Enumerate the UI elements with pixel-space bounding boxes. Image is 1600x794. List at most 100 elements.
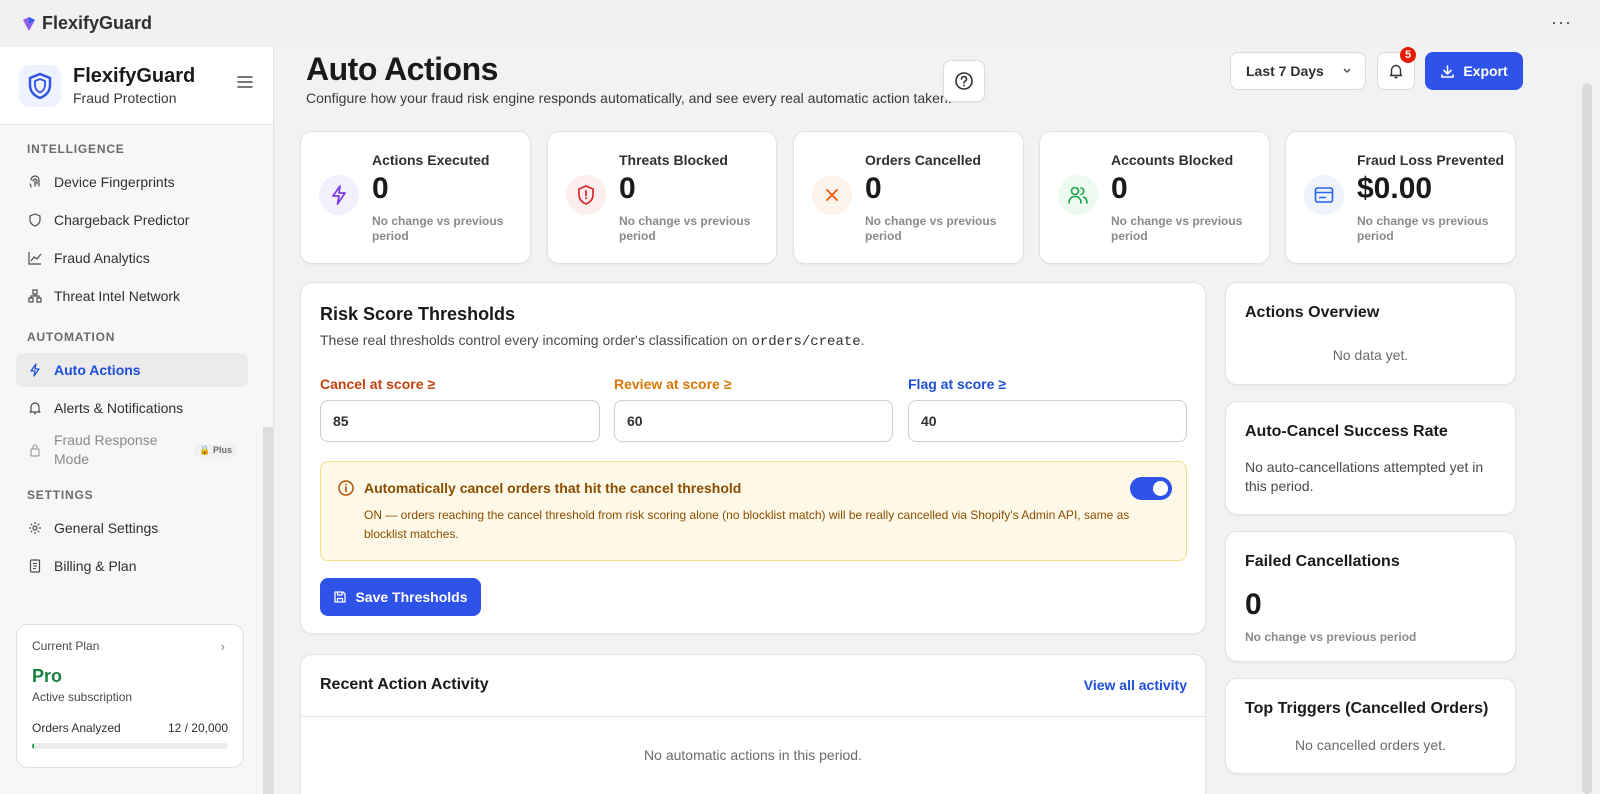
network-icon	[27, 288, 43, 304]
sidebar-item-fraud-analytics[interactable]: Fraud Analytics	[16, 241, 248, 275]
sidebar-scrollbar[interactable]	[263, 427, 273, 794]
stat-label: Actions Executed	[372, 152, 490, 168]
sidebar: FlexifyGuard Fraud Protection INTELLIGEN…	[0, 47, 274, 794]
review-threshold-input[interactable]	[614, 400, 893, 442]
sidebar-brand-subtitle: Fraud Protection	[73, 90, 177, 106]
auto-cancel-notice: Automatically cancel orders that hit the…	[320, 461, 1187, 561]
stat-card-accounts-blocked: Accounts Blocked 0 No change vs previous…	[1039, 131, 1270, 264]
stat-card-threats-blocked: Threats Blocked 0 No change vs previous …	[547, 131, 777, 264]
app-brand: FlexifyGuard	[20, 13, 152, 34]
activity-title: Recent Action Activity	[320, 676, 489, 693]
view-all-activity-link[interactable]: View all activity	[1084, 677, 1187, 693]
sidebar-section-settings: SETTINGS	[27, 488, 94, 502]
auto-cancel-description: ON — orders reaching the cancel threshol…	[364, 508, 1130, 541]
stat-change: No change vs previous period	[619, 214, 751, 243]
stat-value: 0	[865, 172, 882, 205]
top-triggers-title: Top Triggers (Cancelled Orders)	[1245, 700, 1489, 717]
success-rate-title: Auto-Cancel Success Rate	[1245, 423, 1448, 440]
main-scrollbar[interactable]	[1582, 83, 1592, 794]
hamburger-menu-icon[interactable]	[237, 75, 253, 89]
stat-card-fraud-loss-prevented: Fraud Loss Prevented $0.00 No change vs …	[1285, 131, 1516, 264]
receipt-icon	[27, 558, 43, 574]
more-menu-icon[interactable]: ···	[1551, 12, 1572, 33]
wallet-icon	[1304, 175, 1344, 215]
failed-cancellations-title: Failed Cancellations	[1245, 553, 1400, 570]
chevron-right-icon: ›	[220, 639, 225, 654]
cancel-threshold-input[interactable]	[320, 400, 600, 442]
sidebar-section-intelligence: INTELLIGENCE	[27, 142, 125, 156]
save-thresholds-button[interactable]: Save Thresholds	[320, 578, 481, 616]
recent-activity-card: Recent Action Activity View all activity…	[300, 654, 1206, 794]
auto-cancel-success-rate-card: Auto-Cancel Success Rate No auto-cancell…	[1225, 401, 1516, 515]
stat-change: No change vs previous period	[865, 214, 997, 243]
top-triggers-card: Top Triggers (Cancelled Orders) No cance…	[1225, 678, 1516, 774]
chevron-down-icon	[1343, 68, 1351, 73]
date-range-select[interactable]: Last 7 Days	[1230, 52, 1366, 90]
stat-label: Threats Blocked	[619, 152, 728, 168]
bolt-icon	[319, 175, 359, 215]
stat-label: Fraud Loss Prevented	[1357, 152, 1505, 168]
help-button[interactable]	[943, 60, 985, 102]
failed-cancellations-card: Failed Cancellations 0 No change vs prev…	[1225, 531, 1516, 662]
actions-overview-card: Actions Overview No data yet.	[1225, 282, 1516, 385]
sidebar-item-label: Fraud Analytics	[54, 250, 150, 266]
sidebar-item-chargeback-predictor[interactable]: Chargeback Predictor	[16, 203, 248, 237]
activity-empty-state: No automatic actions in this period.	[644, 747, 862, 763]
chart-line-icon	[27, 250, 43, 266]
failed-cancellations-change: No change vs previous period	[1245, 630, 1417, 644]
bell-icon	[27, 400, 43, 416]
sidebar-item-billing-plan[interactable]: Billing & Plan	[16, 549, 248, 583]
save-thresholds-label: Save Thresholds	[355, 589, 468, 605]
cancel-threshold-label: Cancel at score ≥	[320, 376, 436, 392]
stat-card-actions-executed: Actions Executed 0 No change vs previous…	[300, 131, 531, 264]
bell-icon	[1389, 64, 1403, 79]
info-icon	[338, 480, 354, 496]
sidebar-item-auto-actions[interactable]: Auto Actions	[16, 353, 248, 387]
fingerprint-icon	[27, 174, 43, 190]
sidebar-item-device-fingerprints[interactable]: Device Fingerprints	[16, 165, 248, 199]
flag-threshold-label: Flag at score ≥	[908, 376, 1006, 392]
sidebar-item-label: Device Fingerprints	[54, 174, 175, 190]
download-icon	[1441, 64, 1455, 78]
sidebar-item-general-settings[interactable]: General Settings	[16, 511, 248, 545]
review-threshold-label: Review at score ≥	[614, 376, 732, 392]
plan-status: Active subscription	[32, 690, 133, 704]
sidebar-item-label: Auto Actions	[54, 362, 141, 378]
risk-thresholds-card: Risk Score Thresholds These real thresho…	[300, 282, 1206, 634]
sidebar-header: FlexifyGuard Fraud Protection	[0, 47, 273, 125]
usage-value: 12 / 20,000	[167, 721, 228, 735]
sidebar-brand-title: FlexifyGuard	[73, 65, 196, 87]
bolt-icon	[27, 362, 43, 378]
save-icon	[334, 591, 347, 603]
sidebar-item-fraud-response-mode[interactable]: Fraud Response Mode 🔒 Plus	[16, 429, 248, 471]
stat-value: 0	[372, 172, 389, 205]
x-icon	[812, 175, 852, 215]
lock-icon	[27, 442, 43, 458]
notifications-count-badge: 5	[1400, 47, 1416, 63]
sidebar-item-threat-intel-network[interactable]: Threat Intel Network	[16, 279, 248, 313]
plus-badge: 🔒 Plus	[195, 443, 236, 457]
stat-change: No change vs previous period	[1357, 214, 1489, 243]
flag-threshold-input[interactable]	[908, 400, 1187, 442]
success-rate-empty: No auto-cancellations attempted yet in t…	[1245, 459, 1484, 494]
export-button[interactable]: Export	[1425, 52, 1523, 90]
shield-alert-icon	[566, 175, 606, 215]
plan-card-label: Current Plan	[32, 639, 100, 653]
sidebar-item-alerts-notifications[interactable]: Alerts & Notifications	[16, 391, 248, 425]
stat-card-orders-cancelled: Orders Cancelled 0 No change vs previous…	[793, 131, 1024, 264]
auto-cancel-toggle[interactable]	[1130, 477, 1172, 500]
stat-change: No change vs previous period	[372, 214, 504, 243]
sidebar-item-label: Chargeback Predictor	[54, 212, 190, 228]
help-icon	[955, 72, 973, 90]
app-logo-icon	[23, 16, 35, 31]
sidebar-section-automation: AUTOMATION	[27, 330, 116, 344]
actions-overview-title: Actions Overview	[1245, 304, 1380, 321]
current-plan-card[interactable]: Current Plan › Pro Active subscription O…	[16, 624, 244, 768]
gear-icon	[27, 520, 43, 536]
actions-overview-empty: No data yet.	[1332, 347, 1409, 363]
sidebar-item-label: Threat Intel Network	[54, 288, 181, 304]
thresholds-desc-code: orders/create	[751, 334, 861, 350]
thresholds-desc-text: These real thresholds control every inco…	[320, 332, 748, 348]
thresholds-description: These real thresholds control every inco…	[320, 332, 865, 350]
usage-progress-bar	[32, 743, 228, 749]
